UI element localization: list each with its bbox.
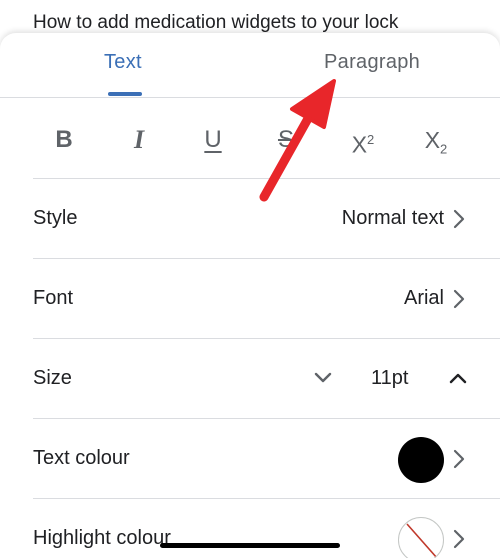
underline-button[interactable]: U — [193, 122, 233, 158]
chevron-right-icon — [453, 209, 465, 229]
chevron-right-icon — [453, 449, 465, 469]
style-value: Normal text — [341, 207, 444, 229]
text-colour-label: Text colour — [33, 447, 130, 469]
highlight-colour-label: Highlight colour — [33, 527, 171, 549]
subscript-mark: 2 — [440, 141, 448, 157]
active-tab-indicator — [108, 92, 142, 96]
italic-button[interactable]: I — [119, 122, 159, 158]
home-indicator — [160, 543, 340, 548]
size-row: Size 11pt — [33, 338, 500, 419]
document-text: How to add medication widgets to your lo… — [33, 12, 399, 33]
font-value: Arial — [403, 287, 444, 309]
chevron-up-icon[interactable] — [448, 371, 468, 385]
text-colour-row[interactable]: Text colour — [33, 418, 500, 499]
subscript-base: X — [424, 127, 441, 153]
tab-text[interactable]: Text — [104, 51, 142, 74]
bold-button[interactable]: B — [44, 122, 84, 158]
font-label: Font — [33, 287, 74, 309]
style-label: Style — [33, 207, 78, 229]
size-label: Size — [33, 367, 72, 389]
subscript-button[interactable]: X2 — [416, 122, 456, 158]
chevron-right-icon — [453, 529, 465, 549]
size-value: 11pt — [371, 367, 409, 389]
no-color-icon — [398, 517, 444, 558]
font-row[interactable]: Font Arial — [33, 258, 500, 339]
highlight-colour-row[interactable]: Highlight colour — [33, 498, 500, 558]
tab-paragraph[interactable]: Paragraph — [324, 51, 420, 74]
chevron-right-icon — [453, 289, 465, 309]
superscript-base: X — [351, 131, 368, 158]
superscript-mark: 2 — [367, 132, 375, 147]
chevron-down-icon[interactable] — [313, 371, 333, 385]
text-colour-swatch — [398, 437, 444, 483]
red-arrow-annotation — [259, 79, 336, 202]
page: How to add medication widgets to your lo… — [0, 0, 500, 558]
